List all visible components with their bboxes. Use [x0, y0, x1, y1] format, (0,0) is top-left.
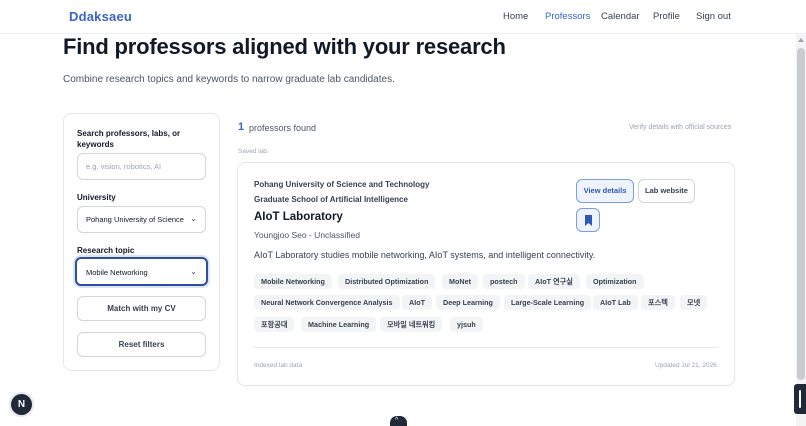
- university-select[interactable]: Pohang University of Science ⌄: [77, 206, 206, 233]
- side-handle-grip-icon: [799, 390, 801, 408]
- card-university: Pohang University of Science and Technol…: [254, 180, 430, 189]
- university-select-value: Pohang University of Science: [86, 215, 184, 224]
- tag-chip[interactable]: yjsuh: [450, 317, 483, 332]
- verify-note: Verify details with official sources: [629, 124, 732, 131]
- tag-chip[interactable]: Neural Network Convergence Analysis: [254, 295, 400, 310]
- tag-chip[interactable]: 모넷: [680, 295, 708, 310]
- card-lab-name: AIoT Laboratory: [254, 211, 343, 223]
- brand-logo[interactable]: Ddaksaeu: [69, 9, 132, 24]
- tag-chip[interactable]: Deep Learning: [436, 295, 500, 310]
- tag-chip[interactable]: AIoT 연구실: [528, 274, 580, 289]
- results-count: 1: [238, 121, 245, 133]
- tag-chip[interactable]: MoNet: [442, 274, 478, 289]
- tag-chip[interactable]: postech: [483, 274, 525, 289]
- saved-label: Saved lab.: [238, 148, 269, 155]
- nav-professors[interactable]: Professors: [545, 11, 590, 22]
- updated-date: Updated Jul 21, 2026: [655, 362, 717, 369]
- card-school: Graduate School of Artificial Intelligen…: [254, 195, 408, 204]
- page-title: Find professors aligned with your resear…: [63, 34, 506, 59]
- tag-chip[interactable]: AIoT Lab: [593, 295, 638, 310]
- search-label: Search professors, labs, or keywords: [77, 129, 181, 149]
- card-divider: [254, 347, 718, 348]
- tag-chip[interactable]: 포항공대: [254, 317, 295, 332]
- nav-home[interactable]: Home: [503, 11, 528, 22]
- topic-select-value: Mobile Networking: [86, 268, 148, 277]
- top-navbar: Ddaksaeu Home Professors Calendar Profil…: [0, 0, 806, 34]
- nav-profile[interactable]: Profile: [653, 11, 680, 22]
- chevron-down-icon: ⌄: [190, 214, 197, 223]
- tag-chip[interactable]: 포스텍: [641, 295, 675, 310]
- page-subtitle: Combine research topics and keywords to …: [63, 74, 395, 85]
- lab-website-button[interactable]: Lab website: [638, 179, 695, 203]
- bookmark-button[interactable]: [576, 208, 600, 232]
- search-input[interactable]: [77, 153, 206, 180]
- indexed-note: Indexed lab data: [254, 362, 303, 369]
- tag-chip[interactable]: Machine Learning: [301, 317, 377, 332]
- match-cv-button[interactable]: Match with my CV: [77, 296, 206, 321]
- tag-chip[interactable]: Distributed Optimization: [338, 274, 436, 289]
- tag-chip[interactable]: 모바일 네트워킹: [380, 317, 443, 332]
- sign-out-link[interactable]: Sign out: [696, 11, 731, 22]
- scroll-up-arrow-icon[interactable]: [798, 38, 804, 42]
- tag-chip[interactable]: AIoT: [402, 295, 432, 310]
- reset-filters-button[interactable]: Reset filters: [77, 332, 206, 357]
- university-label: University: [77, 193, 116, 202]
- chevron-up-icon: ^: [395, 417, 399, 424]
- card-professor: Youngjoo Seo - Unclassified: [254, 230, 361, 240]
- scroll-to-top-button[interactable]: ^: [390, 416, 407, 426]
- tag-chip[interactable]: Mobile Networking: [254, 274, 332, 289]
- tag-chip[interactable]: Optimization: [586, 274, 644, 289]
- topic-select[interactable]: Mobile Networking ⌄: [75, 257, 208, 286]
- chevron-down-icon: ⌄: [190, 267, 197, 276]
- card-description: AIoT Laboratory studies mobile networkin…: [254, 250, 596, 260]
- view-details-button[interactable]: View details: [576, 179, 634, 203]
- results-count-label: professors found: [249, 123, 317, 133]
- bookmark-icon: [585, 215, 592, 226]
- topic-label: Research topic: [77, 246, 135, 255]
- dev-tools-badge[interactable]: N: [11, 394, 32, 415]
- tag-chip[interactable]: Large-Scale Learning: [504, 295, 592, 310]
- nav-calendar[interactable]: Calendar: [601, 11, 640, 22]
- scrollbar-thumb[interactable]: [797, 48, 805, 380]
